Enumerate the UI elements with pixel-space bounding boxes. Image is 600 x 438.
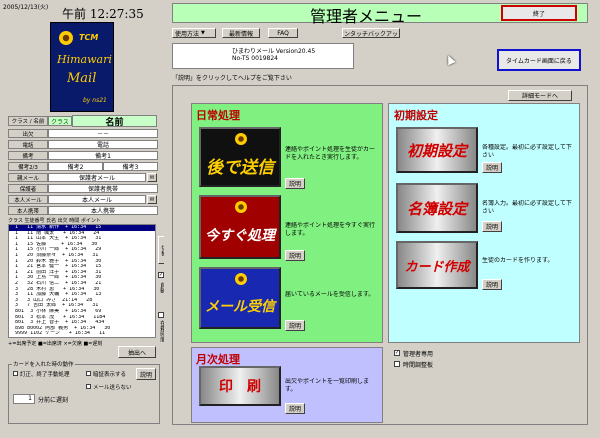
sunflower-icon	[235, 133, 247, 145]
help-hint: 「説明」をクリックしてヘルプをご覧下さい	[172, 75, 292, 82]
receive-mail-desc: 届いているメールを受信します。	[285, 291, 375, 298]
sunflower-icon	[235, 201, 247, 213]
print-help-button[interactable]: 説明	[285, 403, 305, 414]
card-create-desc: 生徒のカードを作ります。	[482, 257, 554, 264]
sunflower-icon	[235, 273, 247, 285]
roster-settings-button[interactable]: 名簿設定	[396, 183, 478, 233]
logo-frame: TCM Himawari Mail by ns21	[50, 22, 114, 112]
card-create-button[interactable]: カード作成	[396, 241, 478, 289]
logo-line1: Himawari	[57, 53, 112, 66]
info-label-parent-mail: 親メール	[8, 173, 48, 182]
version-line1: ひまわりメール Version20.45	[232, 48, 316, 55]
admin-only-label: 管理者専用	[403, 351, 434, 358]
info-value-attendance: －－	[48, 129, 158, 138]
roster-settings-desc: 名簿入力。最初に必ず設定して下さい	[482, 200, 572, 215]
info-label-parent: 保護者	[8, 184, 48, 193]
send-later-desc: 連絡やポイント処理を生徒がカードを入れたとき実行します。	[285, 146, 376, 161]
parent-mail-send-button[interactable]: ✉	[147, 173, 157, 182]
page-title: 管理者メニュー	[310, 7, 423, 26]
no-mail-checkbox[interactable]	[86, 384, 91, 389]
info-value-note1: 備考1	[48, 151, 158, 160]
send-later-button[interactable]: 後で送信	[199, 127, 281, 187]
export-button[interactable]: 抽出へ	[118, 346, 156, 358]
class-field: クラス	[48, 116, 72, 126]
faq-button[interactable]: FAQ	[268, 28, 298, 38]
show-pin-label: 暗証表示する	[93, 372, 127, 378]
admin-only-checkbox[interactable]: ✓	[394, 350, 400, 356]
logo-tcm: TCM	[79, 33, 99, 42]
roster-settings-label: 名簿設定	[406, 199, 467, 218]
info-value-self-mail: 本人メール	[48, 195, 146, 204]
initial-settings-label: 初期設定	[406, 141, 467, 160]
info-value-phone: 電話	[48, 140, 158, 149]
sunflower-logo-icon	[59, 31, 73, 45]
initial-settings-desc: 各種設定。最初に必ず設定して下さい	[482, 144, 572, 159]
time-adjust-label: 時間調整板	[403, 362, 434, 369]
initial-settings-help-button[interactable]: 説明	[482, 162, 502, 173]
process-now-button[interactable]: 今すぐ処理	[199, 195, 281, 259]
detail-mode-button[interactable]: 詳細モードへ	[508, 90, 572, 101]
info-label-phone: 電話	[8, 140, 48, 149]
correction-checkbox[interactable]	[13, 371, 18, 376]
send-later-label: 後で送信	[206, 157, 274, 178]
receive-mail-button[interactable]: メール受信	[199, 267, 281, 329]
student-row[interactable]: 9999 1102 ケーン + 16:34 11	[9, 331, 155, 337]
timecard-button[interactable]: タイムカード画面に戻る	[497, 49, 581, 71]
logo-line2: Mail	[67, 71, 97, 86]
info-value-note3: 備考3	[103, 162, 158, 171]
usage-label: 使用方法	[175, 30, 200, 38]
receive-mail-help-button[interactable]: 説明	[285, 320, 305, 331]
late-minutes-label: 分前に遅刻	[38, 397, 69, 404]
info-label-self-mail: 本人メール	[8, 195, 48, 204]
time-adjust-checkbox[interactable]	[394, 361, 400, 367]
latest-info-button[interactable]: 最新情報	[222, 28, 260, 38]
student-rows: 1 11 清水 新作 + 16:34 15 1 11 南 颯太 + 16:34 …	[9, 225, 155, 337]
process-now-help-button[interactable]: 説明	[285, 250, 305, 261]
daily-section-title: 日常処理	[196, 109, 240, 122]
monthly-section-title: 月次処理	[196, 353, 240, 366]
info-value-self-phone: 本人携帯	[48, 206, 158, 215]
dropdown-arrow-icon: ▼	[201, 30, 205, 36]
exit-button[interactable]: 終了	[501, 5, 577, 21]
info-label-note1: 備考	[8, 151, 48, 160]
card-create-help-button[interactable]: 説明	[482, 279, 502, 290]
receive-mail-label: メール受信	[205, 299, 275, 315]
usage-button[interactable]: 使用方法 ▼	[172, 28, 216, 38]
info-value-parent-mail: 保護者メール	[48, 173, 146, 182]
card-help-button[interactable]: 説明	[136, 368, 156, 380]
initial-settings-button[interactable]: 初期設定	[396, 127, 478, 173]
info-label-self-phone: 本人携帯	[8, 206, 48, 215]
left-panel: 2005/12/13(火) 午前 12:27:35 TCM Himawari M…	[0, 0, 168, 438]
version-line2: No-TS 0019824	[232, 55, 278, 62]
student-list-header: クラス 生徒番号 氏名 出欠 時間 ポイント	[8, 218, 101, 224]
clock-display: 午前 12:27:35	[62, 7, 144, 21]
send-later-help-button[interactable]: 説明	[285, 178, 305, 189]
late-minutes-input[interactable]: 1	[13, 394, 35, 404]
info-value-note2: 備考2	[48, 162, 103, 171]
process-now-desc: 連絡やポイント処理を今すぐ実行します。	[285, 222, 376, 237]
print-label: 印 刷	[219, 379, 261, 395]
backup-button[interactable]: ワンタッチバックアップ	[342, 28, 400, 38]
class-name-label: クラス / 名前	[8, 116, 48, 126]
show-pin-checkbox[interactable]	[86, 371, 91, 376]
initial-section-title: 初期設定	[394, 109, 438, 122]
process-now-label: 今すぐ処理	[205, 228, 275, 244]
self-mail-send-button[interactable]: ✉	[147, 195, 157, 204]
print-desc: 出欠やポイントを一覧印刷します。	[285, 378, 370, 393]
roster-settings-help-button[interactable]: 説明	[482, 221, 502, 232]
correction-label: 訂正、終了手動処理	[20, 372, 70, 378]
info-label-attendance: 出欠	[8, 129, 48, 138]
date-label: 2005/12/13(火)	[3, 4, 49, 11]
card-create-label: カード作成	[404, 259, 470, 275]
print-button[interactable]: 印 刷	[199, 366, 281, 406]
name-field: 名前	[72, 115, 157, 127]
student-list[interactable]: 1 11 清水 新作 + 16:34 15 1 11 南 颯太 + 16:34 …	[8, 224, 156, 338]
no-mail-label: メール送らない	[93, 385, 132, 391]
info-value-parent: 保護者携帯	[48, 184, 158, 193]
card-group-title: カードを入れた時の動作	[12, 360, 75, 368]
info-label-note23: 備考2/3	[8, 162, 48, 171]
logo-by: by ns21	[83, 97, 107, 104]
